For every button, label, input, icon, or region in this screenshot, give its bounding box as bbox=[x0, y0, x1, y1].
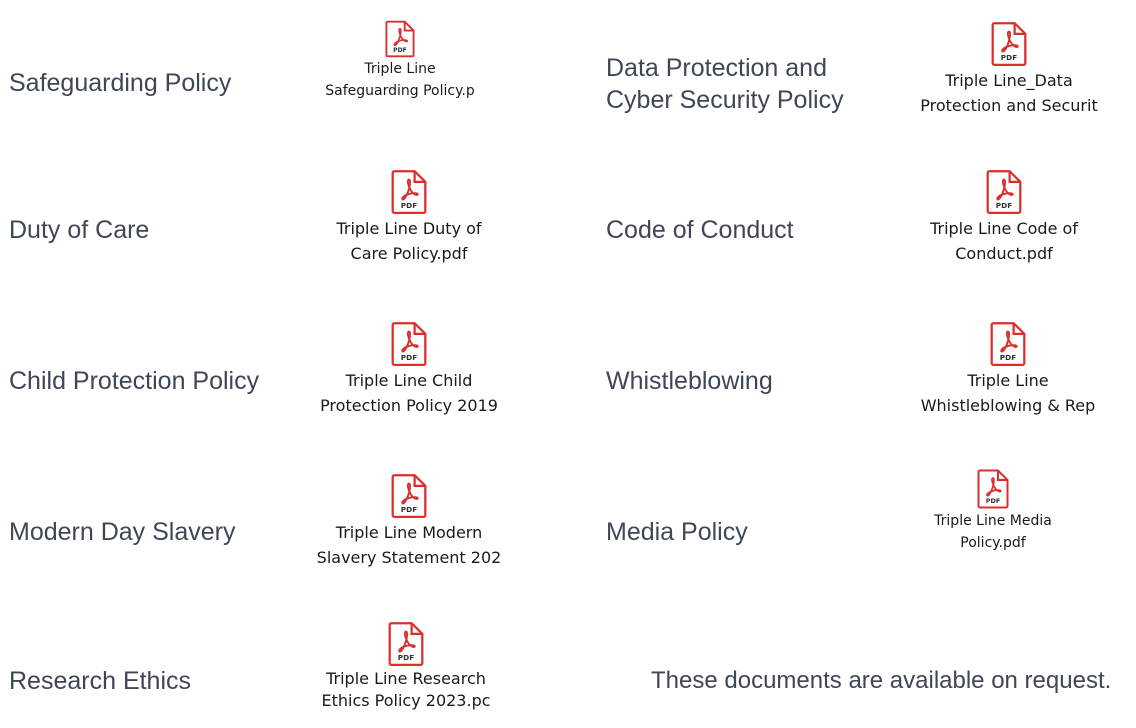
file-name-line: Triple Line Child bbox=[345, 371, 473, 390]
pdf-attachment-duty-of-care[interactable]: Triple Line Duty of Care Policy.pdf bbox=[309, 168, 509, 266]
file-name-line: Triple Line Research bbox=[326, 669, 486, 688]
pdf-attachment-media-policy[interactable]: Triple Line Media Policy.pdf bbox=[893, 468, 1093, 554]
file-name-line: Ethics Policy 2023.pc bbox=[321, 691, 491, 710]
pdf-attachment-child-protection[interactable]: Triple Line Child Protection Policy 2019 bbox=[309, 320, 509, 418]
policy-label-code-of-conduct: Code of Conduct bbox=[606, 216, 794, 244]
label-line: Data Protection and bbox=[606, 54, 827, 82]
pdf-attachment-code-of-conduct[interactable]: Triple Line Code of Conduct.pdf bbox=[904, 168, 1104, 266]
policy-label-media-policy: Media Policy bbox=[606, 518, 748, 546]
file-name-line: Triple Line Code of bbox=[930, 219, 1078, 238]
file-name-line: Protection Policy 2019 bbox=[320, 396, 498, 415]
policy-label-safeguarding: Safeguarding Policy bbox=[9, 69, 232, 97]
file-name-line: Policy.pdf bbox=[960, 535, 1026, 551]
pdf-file-icon bbox=[991, 20, 1027, 68]
policy-label-child-protection: Child Protection Policy bbox=[9, 367, 260, 395]
file-name-line: Whistleblowing & Rep bbox=[920, 396, 1096, 415]
pdf-attachment-research-ethics[interactable]: Triple Line Research Ethics Policy 2023.… bbox=[306, 620, 506, 712]
pdf-file-icon bbox=[388, 620, 424, 668]
pdf-attachment-data-protection[interactable]: Triple Line_Data Protection and Securit bbox=[905, 20, 1113, 118]
pdf-attachment-modern-slavery[interactable]: Triple Line Modern Slavery Statement 202 bbox=[309, 472, 509, 570]
pdf-attachment-whistleblowing[interactable]: Triple Line Whistleblowing & Rep bbox=[904, 320, 1112, 418]
policy-label-whistleblowing: Whistleblowing bbox=[606, 367, 773, 395]
availability-note: These documents are available on request… bbox=[651, 667, 1112, 694]
label-line: Cyber Security Policy bbox=[606, 86, 844, 114]
pdf-file-icon bbox=[391, 472, 427, 520]
file-name-line: Triple Line Duty of bbox=[336, 219, 482, 238]
file-name-line: Triple Line Media bbox=[934, 513, 1052, 529]
file-name-line: Triple Line bbox=[364, 61, 436, 77]
pdf-file-icon bbox=[986, 168, 1022, 216]
policy-label-research-ethics: Research Ethics bbox=[9, 667, 192, 695]
pdf-file-icon bbox=[391, 168, 427, 216]
file-name-line: Triple Line_Data bbox=[945, 71, 1073, 90]
pdf-attachment-safeguarding[interactable]: Triple Line Safeguarding Policy.p bbox=[300, 20, 500, 102]
policy-label-data-protection: Data Protection and Cyber Security Polic… bbox=[606, 52, 844, 116]
pdf-file-icon bbox=[977, 468, 1009, 510]
pdf-file-icon bbox=[391, 320, 427, 368]
policy-label-modern-slavery: Modern Day Slavery bbox=[9, 518, 236, 546]
pdf-file-icon bbox=[385, 20, 415, 58]
file-name-line: Safeguarding Policy.p bbox=[325, 83, 475, 99]
pdf-file-icon bbox=[990, 320, 1026, 368]
file-name-line: Conduct.pdf bbox=[955, 244, 1053, 263]
file-name-line: Care Policy.pdf bbox=[350, 244, 468, 263]
file-name-line: Slavery Statement 202 bbox=[316, 548, 502, 567]
policy-label-duty-of-care: Duty of Care bbox=[9, 216, 150, 244]
file-name-line: Triple Line Modern bbox=[335, 523, 483, 542]
file-name-line: Protection and Securit bbox=[920, 96, 1098, 115]
file-name-line: Triple Line bbox=[967, 371, 1049, 390]
